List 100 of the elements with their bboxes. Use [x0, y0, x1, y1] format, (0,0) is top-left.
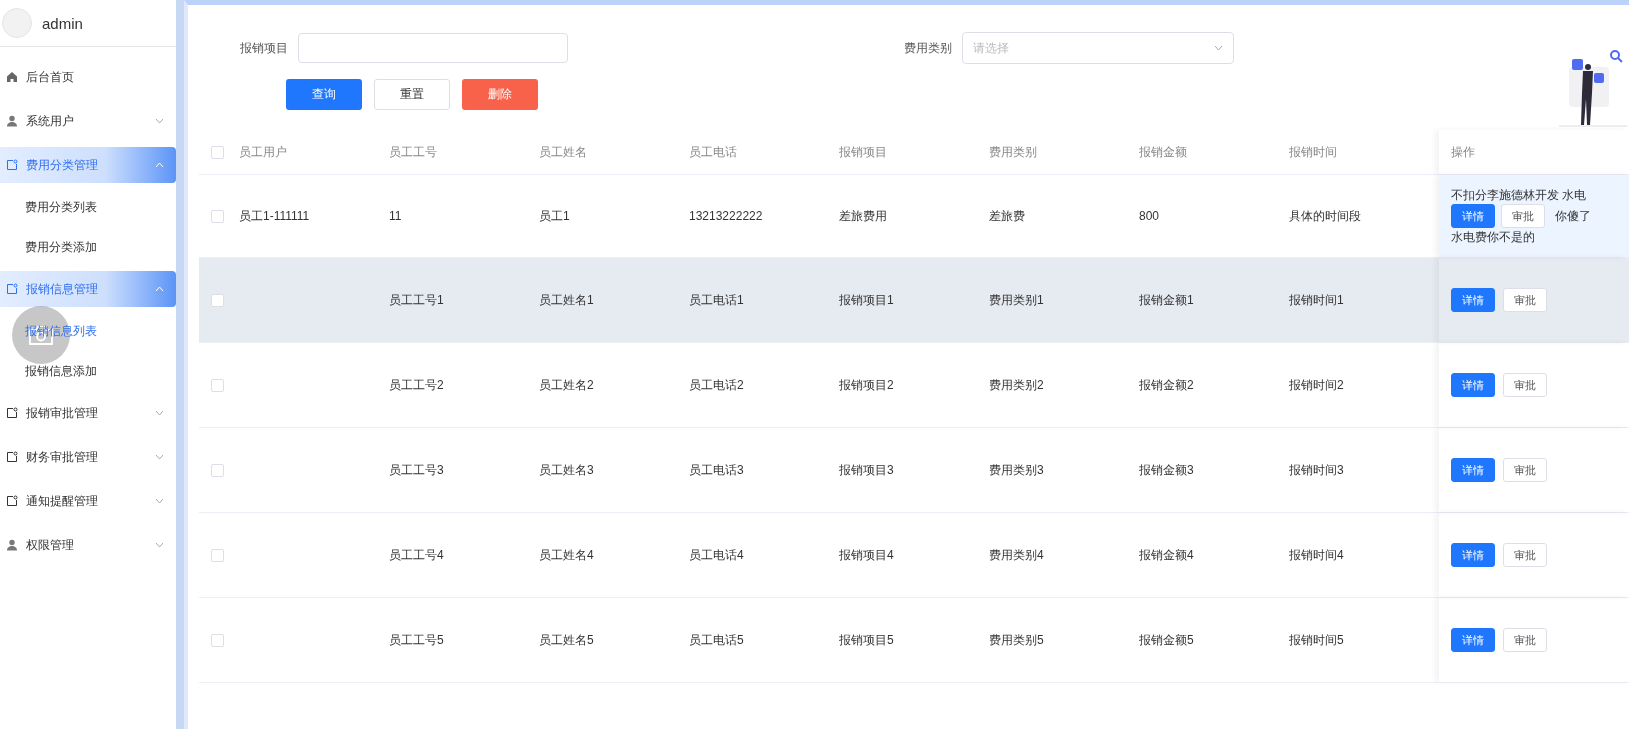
table-cell-text: 员工姓名1: [539, 291, 595, 309]
column-header: 员工用户: [239, 143, 288, 161]
table-cell-text: 报销时间3: [1289, 461, 1345, 479]
table-cell-text: 员工工号2: [389, 376, 445, 394]
row-action-button[interactable]: 详情: [1451, 373, 1495, 397]
user-name: admin: [42, 14, 83, 32]
chevron-icon: [155, 498, 164, 504]
table-cell-text: 报销金额4: [1139, 546, 1195, 564]
table-cell-text: 具体的时间段: [1289, 207, 1362, 225]
table-cell-text: 费用类别3: [989, 461, 1045, 479]
row-action-button[interactable]: 详情: [1451, 458, 1495, 482]
table-cell-text: 13213222222: [689, 209, 764, 223]
submenu-item[interactable]: 费用分类列表: [25, 198, 97, 216]
menu-item[interactable]: 后台首页: [0, 59, 176, 95]
row-action-button[interactable]: 详情: [1451, 204, 1495, 228]
table-cell-text: 报销金额2: [1139, 376, 1195, 394]
document-icon: [6, 159, 18, 171]
menu-item[interactable]: 系统用户: [0, 103, 176, 139]
column-header: 报销项目: [839, 143, 888, 161]
checkbox[interactable]: [211, 293, 224, 307]
row-action-button[interactable]: 审批: [1501, 204, 1545, 228]
submenu-item[interactable]: 报销信息列表: [25, 322, 97, 340]
table-cell-text: 费用类别5: [989, 631, 1045, 649]
row-action-button[interactable]: 审批: [1503, 543, 1547, 567]
table-cell-text: 员工姓名3: [539, 461, 595, 479]
table-cell-text: 员工电话3: [689, 461, 745, 479]
note-text: 你傻了: [1555, 207, 1591, 225]
table-cell-text: 员工电话4: [689, 546, 745, 564]
menu-item[interactable]: 通知提醒管理: [0, 483, 176, 519]
avatar: [2, 8, 32, 38]
table-cell-text: 11: [389, 209, 403, 223]
table-cell-text: 报销金额5: [1139, 631, 1195, 649]
menu-item[interactable]: 财务审批管理: [0, 439, 176, 475]
document-icon: [6, 407, 18, 419]
home-icon: [6, 71, 18, 83]
checkbox[interactable]: [211, 209, 224, 223]
checkbox[interactable]: [211, 378, 224, 392]
chevron-icon: [155, 286, 164, 292]
chevron-icon: [155, 410, 164, 416]
row-action-button[interactable]: 审批: [1503, 628, 1547, 652]
row-action-button[interactable]: 详情: [1451, 288, 1495, 312]
table-cell-text: 报销金额3: [1139, 461, 1195, 479]
table-cell-text: 员工工号1: [389, 291, 445, 309]
table-cell-text: 员工电话1: [689, 291, 745, 309]
row-action-button[interactable]: 审批: [1503, 458, 1547, 482]
chevron-icon: [155, 454, 164, 460]
menu-item[interactable]: 报销审批管理: [0, 395, 176, 431]
field-label: 费用类别: [904, 39, 952, 57]
checkbox[interactable]: [211, 463, 224, 477]
table-cell-text: 报销时间5: [1289, 631, 1345, 649]
table-cell-text: 员工工号4: [389, 546, 445, 564]
field-label: 报销项目: [240, 39, 288, 57]
note-text: 不扣分李施德林开发 水电: [1451, 186, 1587, 204]
column-header: 费用类别: [989, 143, 1038, 161]
chevron-icon: [155, 542, 164, 548]
chevron-icon: [155, 118, 164, 124]
checkbox[interactable]: [211, 145, 224, 159]
table-cell-text: 员工姓名5: [539, 631, 595, 649]
document-icon: [6, 495, 18, 507]
table-cell-text: 员工工号3: [389, 461, 445, 479]
table-cell-text: 报销项目3: [839, 461, 895, 479]
table-cell-text: 报销时间2: [1289, 376, 1345, 394]
note-text: 水电费你不是的: [1451, 228, 1535, 246]
row-action-button[interactable]: 详情: [1451, 628, 1495, 652]
table-cell-text: 员工电话5: [689, 631, 745, 649]
menu-item[interactable]: 报销信息管理: [0, 271, 176, 307]
row-action-button[interactable]: 审批: [1503, 288, 1547, 312]
table-cell-text: 差旅费: [989, 207, 1026, 225]
document-icon: [6, 283, 18, 295]
submenu-item[interactable]: 报销信息添加: [25, 362, 97, 380]
menu-item[interactable]: 费用分类管理: [0, 147, 176, 183]
table-cell-text: 员工姓名4: [539, 546, 595, 564]
row-action-button[interactable]: 审批: [1503, 373, 1547, 397]
submenu-item[interactable]: 费用分类添加: [25, 238, 97, 256]
action-button[interactable]: 查询: [286, 79, 362, 110]
row-action-button[interactable]: 详情: [1451, 543, 1495, 567]
table-cell-text: 费用类别2: [989, 376, 1045, 394]
chevron-icon: [155, 162, 164, 168]
chevron-icon: [1214, 45, 1223, 51]
table-cell-text: 报销项目4: [839, 546, 895, 564]
table-cell-text: 800: [1139, 209, 1161, 223]
table-cell-text: 报销时间1: [1289, 291, 1345, 309]
column-header: 员工电话: [689, 143, 738, 161]
table-cell-text: 员工1: [539, 207, 571, 225]
table-cell-text: 报销金额1: [1139, 291, 1195, 309]
column-header: 员工工号: [389, 143, 438, 161]
user-icon: [6, 539, 18, 551]
table-cell-text: 报销项目5: [839, 631, 895, 649]
column-header: 员工姓名: [539, 143, 588, 161]
table-cell-text: 费用类别4: [989, 546, 1045, 564]
table-cell-text: 报销项目1: [839, 291, 895, 309]
checkbox[interactable]: [211, 633, 224, 647]
user-icon: [6, 115, 18, 127]
column-header: 报销金额: [1139, 143, 1188, 161]
action-button[interactable]: 重置: [374, 79, 450, 110]
menu-item[interactable]: 权限管理: [0, 527, 176, 563]
checkbox[interactable]: [211, 548, 224, 562]
input-field[interactable]: [298, 33, 568, 63]
table-cell-text: 费用类别1: [989, 291, 1045, 309]
document-icon: [6, 451, 18, 463]
